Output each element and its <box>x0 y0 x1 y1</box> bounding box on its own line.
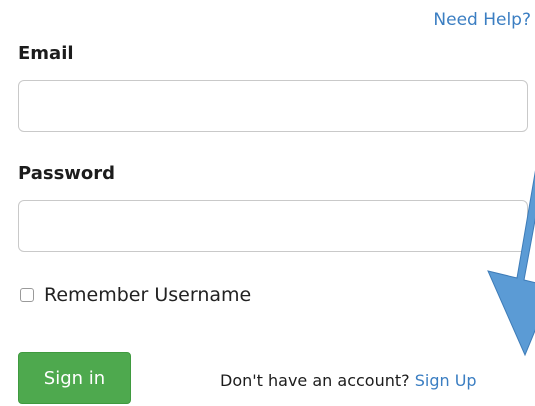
need-help-link[interactable]: Need Help? <box>433 10 531 30</box>
annotation-arrow-icon <box>487 170 535 357</box>
signup-prompt-text: Don't have an account? <box>220 371 410 390</box>
remember-username-label[interactable]: Remember Username <box>44 284 251 306</box>
signup-prompt-row: Don't have an account? Sign Up <box>220 371 477 390</box>
remember-username-checkbox[interactable] <box>20 288 34 302</box>
sign-up-link[interactable]: Sign Up <box>415 371 477 390</box>
email-label: Email <box>18 43 74 64</box>
email-field[interactable] <box>18 80 528 132</box>
remember-username-row[interactable]: Remember Username <box>20 284 251 306</box>
arrow-shape <box>487 170 535 357</box>
sign-in-button[interactable]: Sign in <box>18 352 131 404</box>
password-field[interactable] <box>18 200 528 252</box>
password-label: Password <box>18 163 116 184</box>
